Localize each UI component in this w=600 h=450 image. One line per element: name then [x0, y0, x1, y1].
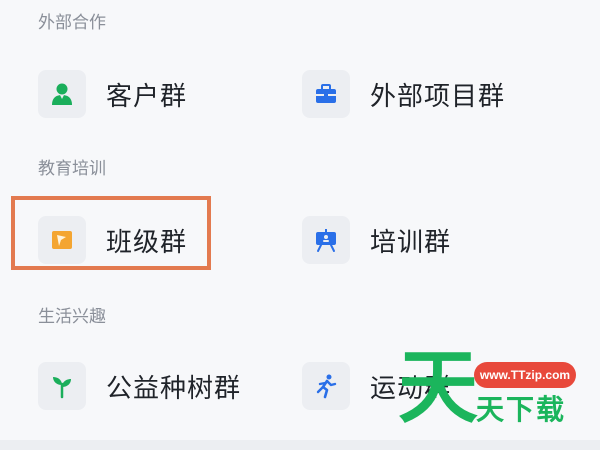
group-type-tree-planting[interactable]: 公益种树群: [38, 356, 241, 416]
group-type-label: 公益种树群: [106, 373, 242, 404]
watermark-url: www.TTzip.com: [474, 362, 576, 388]
customer-person-icon: [38, 70, 86, 118]
watermark-big-char: 天: [398, 341, 478, 434]
running-person-icon: [302, 362, 350, 410]
presentation-board-icon: [302, 216, 350, 264]
group-type-label: 培训群: [370, 227, 452, 258]
watermark-text: 天下载: [476, 393, 567, 426]
sprout-icon: [38, 362, 86, 410]
group-type-external-project[interactable]: 外部项目群: [302, 64, 505, 124]
highlight-box: [11, 196, 211, 270]
section-title-education: 教育培训: [38, 159, 106, 179]
group-type-customer[interactable]: 客户群: [38, 64, 187, 124]
group-type-label: 外部项目群: [370, 81, 506, 112]
site-watermark: 天 www.TTzip.com 天下载: [398, 348, 600, 450]
briefcase-icon: [302, 70, 350, 118]
section-title-lifestyle: 生活兴趣: [38, 307, 106, 327]
section-title-external: 外部合作: [38, 13, 106, 33]
group-type-label: 客户群: [106, 81, 188, 112]
group-type-training[interactable]: 培训群: [302, 210, 451, 270]
